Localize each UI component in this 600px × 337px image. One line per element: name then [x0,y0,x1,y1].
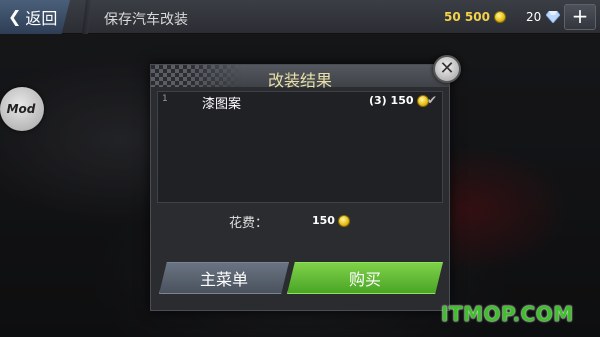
coin-balance-value: 50 500 [444,10,490,24]
close-button[interactable]: ✕ [433,55,461,83]
main-menu-button[interactable]: 主菜单 [159,262,289,294]
mod-badge-label: Mod [6,102,36,116]
cost-label: 花费： [229,216,269,231]
list-item-index: 1 [162,94,168,104]
gem-balance: 20 [526,10,561,24]
screen-title: 保存汽车改装 [104,12,188,28]
list-item-price-value: (3) 150 [369,94,414,107]
dialog-header: 改装结果 [151,65,449,90]
mod-badge[interactable]: Mod [0,87,44,131]
main-menu-label: 主菜单 [199,270,248,289]
top-bar: ❮ 返回 保存汽车改装 50 500 20 + [0,0,600,34]
list-item-price: (3) 150 [369,94,429,107]
list-item-name: 漆图案 [202,97,242,112]
cost-amount: 150 [312,214,335,227]
add-currency-button[interactable]: + [564,4,596,30]
close-icon: ✕ [439,58,455,79]
coin-balance: 50 500 [444,10,506,24]
gem-balance-value: 20 [526,10,542,24]
coin-icon [493,11,506,23]
total-cost-row: 花费： 150 [151,211,449,231]
buy-button[interactable]: 购买 [287,262,443,294]
checkmark-icon: ✔ [427,93,438,107]
modification-list: 1 漆图案 (3) 150 ✔ [157,91,443,203]
buy-label: 购买 [348,270,381,289]
chevron-left-icon: ❮ [8,7,22,26]
back-button[interactable]: ❮ 返回 [0,0,70,34]
modification-result-dialog: 改装结果 ✕ 1 漆图案 (3) 150 ✔ 花费： 150 主菜单 购买 [150,55,461,311]
cost-value: 150 [312,214,350,227]
list-item[interactable]: 1 漆图案 (3) 150 ✔ [158,92,442,112]
back-label: 返回 [25,9,58,28]
diamond-icon [546,11,561,23]
coin-icon [337,214,350,227]
top-bar-divider [82,0,92,34]
watermark: ITMOP.COM [441,302,574,326]
dialog-title: 改装结果 [267,71,332,90]
